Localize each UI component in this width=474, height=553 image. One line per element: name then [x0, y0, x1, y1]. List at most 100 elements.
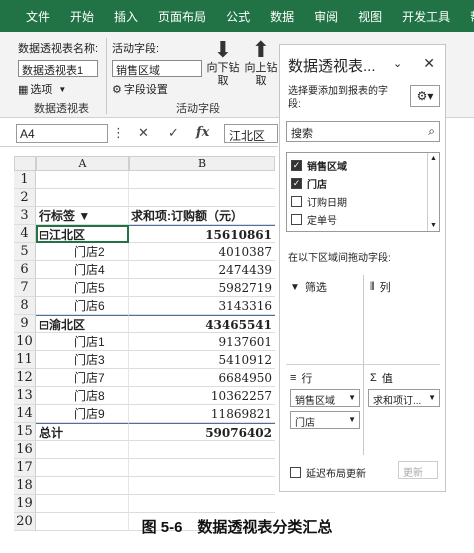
column-header-a[interactable]: A	[36, 156, 129, 171]
cell-a[interactable]	[36, 189, 129, 207]
field-list-item[interactable]: ✓ 门店	[291, 175, 327, 191]
cell-a[interactable]	[36, 171, 129, 189]
field-list-item[interactable]: 定单号	[291, 211, 337, 227]
cell-a[interactable]: 门店9	[36, 405, 129, 423]
cell-b[interactable]: 5410912	[129, 351, 275, 369]
chevron-down-icon[interactable]: ⌄	[393, 57, 402, 70]
row-field-pill[interactable]: 销售区域 ▼	[290, 389, 360, 407]
row-header[interactable]: 12	[14, 369, 36, 387]
cell-b[interactable]	[129, 477, 275, 495]
name-box-dropdown-icon[interactable]: ⋮	[112, 125, 125, 141]
field-list-scrollbar[interactable]: ▲ ▼	[427, 153, 439, 231]
field-list-item[interactable]: ✓ 销售区域	[291, 157, 347, 173]
tab-page-layout[interactable]: 页面布局	[148, 0, 216, 32]
cell-b[interactable]: 2474439	[129, 261, 275, 279]
options-button[interactable]: ▦ 选项 ▼	[18, 81, 66, 97]
cell-b[interactable]: 15610861	[129, 225, 275, 243]
cell-a[interactable]: 门店6	[36, 297, 129, 315]
tab-formulas[interactable]: 公式	[216, 0, 260, 32]
row-header[interactable]: 11	[14, 351, 36, 369]
cell-b[interactable]: 求和项:订购额（元）	[129, 207, 275, 225]
row-header[interactable]: 9	[14, 315, 36, 333]
cell-a[interactable]	[36, 477, 129, 495]
row-header[interactable]: 2	[14, 189, 36, 207]
cell-b[interactable]	[129, 495, 275, 513]
row-header[interactable]: 1	[14, 171, 36, 189]
update-button[interactable]: 更新	[398, 461, 438, 479]
field-settings-button[interactable]: ⚙ 字段设置	[112, 81, 168, 97]
row-header[interactable]: 16	[14, 441, 36, 459]
cell-a[interactable]	[36, 459, 129, 477]
field-checkbox[interactable]	[291, 213, 302, 225]
cell-a[interactable]: 门店4	[36, 261, 129, 279]
cell-b[interactable]: 11869821	[129, 405, 275, 423]
cell-b[interactable]: 4010387	[129, 243, 275, 261]
close-icon[interactable]: ✕	[423, 55, 435, 72]
drill-down-button[interactable]: ⬇ 向下钻取	[202, 38, 244, 88]
cell-b[interactable]: 5982719	[129, 279, 275, 297]
pivot-name-input[interactable]: 数据透视表1	[18, 60, 98, 77]
tab-data[interactable]: 数据	[260, 0, 304, 32]
formula-input[interactable]: 江北区	[224, 124, 278, 143]
chevron-down-icon[interactable]: ▼	[348, 415, 356, 424]
scroll-up-icon[interactable]: ▲	[430, 155, 437, 162]
defer-checkbox[interactable]	[290, 467, 301, 478]
row-header[interactable]: 3	[14, 207, 36, 225]
cell-a[interactable]	[36, 495, 129, 513]
field-list-item[interactable]: 订购日期	[291, 193, 347, 209]
drill-up-button[interactable]: ⬆ 向上钻取	[244, 38, 278, 88]
scroll-down-icon[interactable]: ▼	[430, 222, 437, 229]
cell-b[interactable]	[129, 171, 275, 189]
row-header[interactable]: 15	[14, 423, 36, 441]
row-header[interactable]: 10	[14, 333, 36, 351]
row-header[interactable]: 14	[14, 405, 36, 423]
cell-b[interactable]	[129, 189, 275, 207]
cell-b[interactable]: 9137601	[129, 333, 275, 351]
cell-b[interactable]: 59076402	[129, 423, 275, 441]
tab-insert[interactable]: 插入	[104, 0, 148, 32]
cell-a[interactable]: 门店5	[36, 279, 129, 297]
row-header[interactable]: 18	[14, 477, 36, 495]
cell-b[interactable]: 6684950	[129, 369, 275, 387]
row-header[interactable]: 5	[14, 243, 36, 261]
chevron-down-icon[interactable]: ▼	[428, 393, 436, 402]
row-header[interactable]: 7	[14, 279, 36, 297]
cell-a[interactable]: 门店1	[36, 333, 129, 351]
row-header[interactable]: 19	[14, 495, 36, 513]
defer-layout-update[interactable]: 延迟布局更新	[290, 465, 366, 480]
value-field-pill[interactable]: 求和项订... ▼	[368, 389, 440, 407]
field-checkbox[interactable]: ✓	[291, 159, 302, 171]
select-all-corner[interactable]	[14, 156, 36, 171]
row-field-pill[interactable]: 门店 ▼	[290, 411, 360, 429]
cell-b[interactable]	[129, 441, 275, 459]
active-field-input[interactable]: 销售区域	[112, 60, 202, 77]
cell-a[interactable]: 门店8	[36, 387, 129, 405]
cell-a[interactable]: ⊟渝北区	[36, 315, 129, 333]
cancel-icon[interactable]: ✕	[138, 125, 149, 141]
row-header[interactable]: 4	[14, 225, 36, 243]
gear-icon[interactable]: ⚙▾	[410, 85, 440, 107]
column-header-b[interactable]: B	[129, 156, 275, 171]
enter-icon[interactable]: ✓	[168, 125, 179, 141]
row-header[interactable]: 17	[14, 459, 36, 477]
cell-a[interactable]: 门店3	[36, 351, 129, 369]
cell-b[interactable]: 43465541	[129, 315, 275, 333]
cell-b[interactable]: 3143316	[129, 297, 275, 315]
cell-a[interactable]: 门店7	[36, 369, 129, 387]
field-checkbox[interactable]	[291, 195, 302, 207]
tab-help[interactable]: 帮助	[460, 0, 474, 32]
name-box[interactable]: A4	[16, 124, 108, 143]
row-header[interactable]: 13	[14, 387, 36, 405]
tab-view[interactable]: 视图	[348, 0, 392, 32]
tab-file[interactable]: 文件	[0, 0, 60, 32]
cell-a[interactable]: 门店2	[36, 243, 129, 261]
search-input[interactable]: 搜索 ⌕	[286, 121, 440, 142]
tab-home[interactable]: 开始	[60, 0, 104, 32]
cell-a[interactable]: 总计	[36, 423, 129, 441]
row-header[interactable]: 6	[14, 261, 36, 279]
cell-a[interactable]	[36, 441, 129, 459]
cell-b[interactable]: 10362257	[129, 387, 275, 405]
tab-developer[interactable]: 开发工具	[392, 0, 460, 32]
field-checkbox[interactable]: ✓	[291, 177, 302, 189]
cell-a[interactable]: ⊟江北区	[36, 225, 129, 243]
